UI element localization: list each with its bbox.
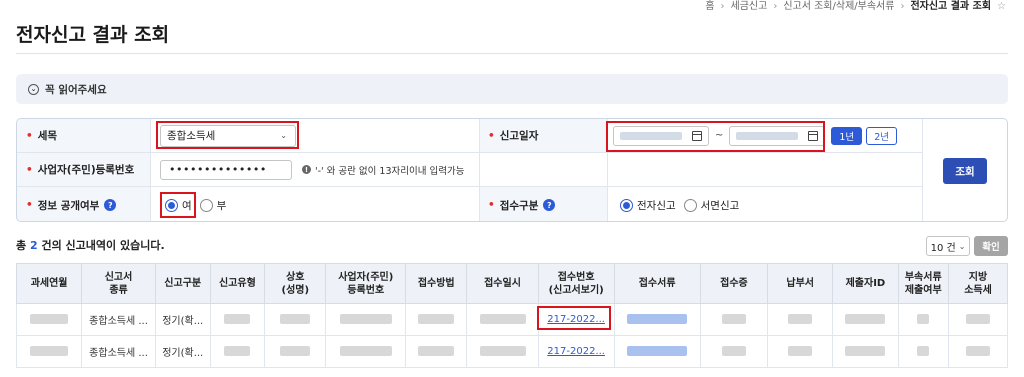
form-row-2: • 사업자(주민)등록번호 •••••••••••••• ! '-' 와 공란 없이… <box>17 153 922 187</box>
form-row-3: • 정보 공개여부? 여 부 • 접수구분? 전자신고 서면신고 <box>17 187 922 221</box>
business-no-label: • 사업자(주민)등록번호 <box>17 153 150 186</box>
business-no-hint: ! '-' 와 공란 없이 13자리이내 입력가능 <box>302 163 464 177</box>
table-row: 종합소득세 ... 정기(확... 217-2022... <box>15 303 1008 336</box>
col-header: 사업자(주민) 등록번호 <box>325 263 407 304</box>
receipt-paper-radio[interactable]: 서면신고 <box>683 198 739 213</box>
col-header: 상호 (성명) <box>264 263 327 304</box>
col-header: 신고서 종류 <box>81 263 156 304</box>
breadcrumb-return-lookup[interactable]: 신고서 조회/삭제/부속서류 <box>783 1 894 12</box>
col-header: 지방 소득세 <box>948 263 1008 304</box>
period-1-year-button[interactable]: 1년 <box>831 126 863 145</box>
search-button[interactable]: 조회 <box>943 158 987 184</box>
receipt-certificate-link[interactable] <box>721 346 746 356</box>
business-no-cell: •••••••••••••• ! '-' 와 공란 없이 13자리이내 입력가능 <box>160 153 464 186</box>
receipt-number-link[interactable]: 217-2022... <box>547 346 605 357</box>
chevron-down-circle-icon: ⌄ <box>28 83 39 95</box>
column-divider <box>150 119 151 221</box>
receipt-docs-link[interactable] <box>627 314 688 324</box>
chevron-down-icon: ⌄ <box>958 241 966 251</box>
col-header: 접수증 <box>699 263 769 304</box>
col-header: 접수번호 (신고서보기) <box>537 263 615 304</box>
breadcrumb-tax-filing[interactable]: 세금신고 <box>731 1 768 12</box>
filing-category-cell: 정기(확... <box>154 335 211 368</box>
confirm-button[interactable]: 확인 <box>974 236 1008 256</box>
info-icon: ! <box>302 165 311 174</box>
payment-slip-link[interactable] <box>788 346 813 356</box>
results-count: 2 <box>29 239 38 252</box>
notice-toggle[interactable]: ⌄ 꼭 읽어주세요 <box>16 74 1008 104</box>
receipt-docs-link[interactable] <box>627 346 688 356</box>
table-header-row: 과세연월 신고서 종류 신고구분 신고유형 상호 (성명) 사업자(주민) 등록번호 … <box>15 263 1008 304</box>
disclosure-label: • 정보 공개여부? <box>17 187 150 221</box>
chevron-right-icon: › <box>720 1 725 12</box>
business-no-input[interactable]: •••••••••••••• <box>160 159 292 180</box>
filing-date-label: • 신고일자 <box>479 119 607 152</box>
col-header: 신고구분 <box>154 263 211 304</box>
table-row: 종합소득세 ... 정기(확... 217-2022... <box>15 335 1008 368</box>
breadcrumb: 홈 › 세금신고 › 신고서 조회/삭제/부속서류 › 전자신고 결과 조회 ☆ <box>705 0 1006 12</box>
help-icon[interactable]: ? <box>104 199 117 211</box>
receipt-electronic-radio[interactable]: 전자신고 <box>620 198 676 213</box>
col-header: 부속서류 제출여부 <box>897 263 950 304</box>
return-type-cell: 종합소득세 ... <box>81 303 156 336</box>
highlight-box <box>537 306 611 330</box>
period-2-year-button[interactable]: 2년 <box>866 126 897 145</box>
breadcrumb-home[interactable]: 홈 <box>705 1 714 12</box>
col-header: 접수일시 <box>466 263 539 304</box>
highlight-box <box>160 192 196 218</box>
notice-label: 꼭 읽어주세요 <box>45 83 107 96</box>
column-divider <box>922 119 923 221</box>
title-divider <box>16 53 1008 54</box>
disclosure-no-radio[interactable]: 부 <box>199 198 226 213</box>
page-size-select[interactable]: 10 건 ⌄ <box>926 236 970 256</box>
return-type-cell: 종합소득세 ... <box>81 335 156 368</box>
results-table: 과세연월 신고서 종류 신고구분 신고유형 상호 (성명) 사업자(주민) 등록번호 … <box>15 263 1008 368</box>
breadcrumb-current: 전자신고 결과 조회 <box>910 1 992 12</box>
col-header: 접수방법 <box>405 263 468 304</box>
page-title: 전자신고 결과 조회 <box>16 24 170 46</box>
col-header: 납부서 <box>767 263 834 304</box>
chevron-right-icon: › <box>773 1 778 12</box>
col-header: 신고유형 <box>209 263 266 304</box>
filing-category-cell: 정기(확... <box>154 303 211 336</box>
col-header: 접수서류 <box>613 263 701 304</box>
tax-item-label: • 세목 <box>17 119 150 152</box>
results-summary: 총 2 건의 신고내역이 있습니다. <box>16 239 165 252</box>
receipt-certificate-link[interactable] <box>721 314 746 324</box>
payment-slip-link[interactable] <box>788 314 813 324</box>
column-divider <box>479 119 480 221</box>
help-icon[interactable]: ? <box>543 199 556 211</box>
receipt-type-label: • 접수구분? <box>479 187 607 221</box>
chevron-right-icon: › <box>900 1 905 12</box>
highlight-box <box>156 121 299 149</box>
highlight-box <box>606 121 825 152</box>
col-header: 제출자ID <box>832 263 899 304</box>
favorite-star-icon[interactable]: ☆ <box>997 1 1006 12</box>
col-header: 과세연월 <box>15 263 83 304</box>
receipt-type-cell: 전자신고 서면신고 <box>620 187 747 221</box>
